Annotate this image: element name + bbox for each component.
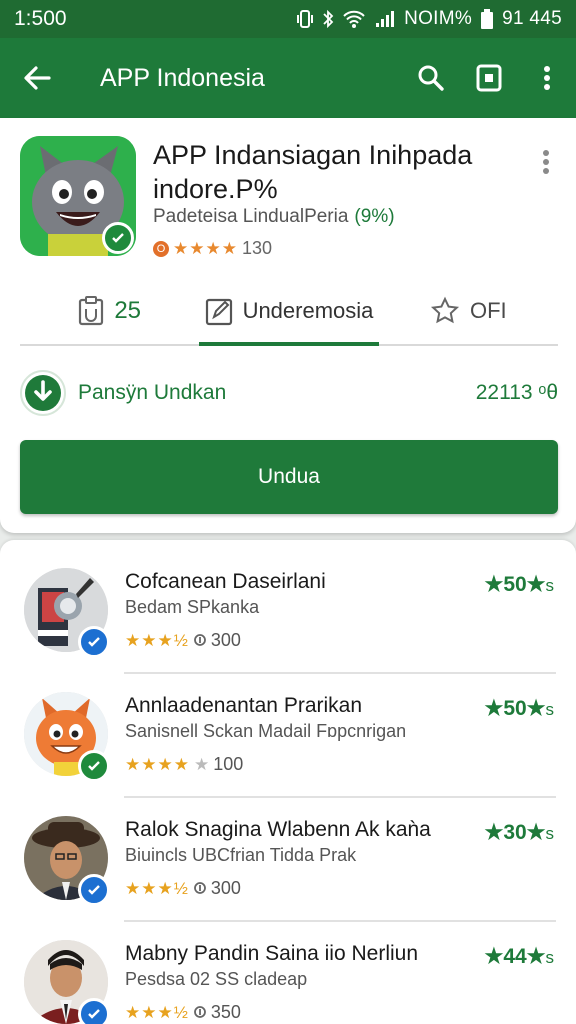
verified-badge-icon <box>102 222 134 254</box>
battery-icon <box>480 8 494 30</box>
list-item-score: ★50★s <box>484 697 554 720</box>
stars: ★★★½ <box>125 878 189 898</box>
app-bar-actions <box>402 38 576 118</box>
list-item-score: ★44★s <box>484 945 554 968</box>
rating-badge-icon: O <box>153 240 169 257</box>
score-value: 30 <box>503 821 527 844</box>
back-arrow-icon <box>24 66 51 90</box>
tab-underemosia[interactable]: Underemosia <box>199 278 379 346</box>
download-count-icon <box>194 633 206 646</box>
wifi-icon <box>342 9 366 29</box>
download-label: Pansÿn Undkan <box>78 381 227 404</box>
search-icon <box>418 65 444 91</box>
signal-icon <box>374 9 396 29</box>
download-count-icon <box>194 1005 206 1018</box>
more-vert-icon <box>544 66 550 90</box>
download-count: 350 <box>210 1002 241 1022</box>
list-item-subtitle: Pesdsa 02 SS cladeap <box>125 969 308 989</box>
tab-ofi[interactable]: OFI <box>379 278 558 344</box>
developer-name: Padeteisa LindualPeria <box>153 206 349 227</box>
list-item-title: Ralok Snagina Wlabenn Ak kaǹa <box>125 818 431 841</box>
list-item[interactable]: Mabny Pandin Saina iio Nerliun Pesdsa 02… <box>0 922 576 1024</box>
list-item-rating: ★★★½ 350 <box>125 1002 241 1023</box>
download-row: Pansÿn Undkan 22113 ᵒθ <box>20 368 558 418</box>
stars: ★★★½ <box>125 1002 189 1022</box>
list-item-score: ★50★s <box>484 573 554 596</box>
list-item-score: ★30★s <box>484 821 554 844</box>
status-time: 1:500 <box>14 7 67 30</box>
verified-badge-icon <box>78 626 110 658</box>
app-title-line2: indore.P% <box>153 174 278 204</box>
status-icons: NOIM% 91 445 <box>296 8 562 30</box>
download-count: 300 <box>210 630 241 650</box>
more-button[interactable] <box>518 38 576 118</box>
screen-icon <box>476 64 502 92</box>
empty-star-icon: ★ <box>193 754 210 774</box>
list-item-subtitle: Bedam SPkanka <box>125 597 260 617</box>
download-count: 100 <box>213 754 244 774</box>
vibrate-icon <box>296 9 314 29</box>
screen-button[interactable] <box>460 38 518 118</box>
app-detail-card: APP Indansiagan Inihpada indore.P% Padet… <box>0 118 576 533</box>
verified-badge-icon <box>78 998 110 1024</box>
score-value: 50 <box>503 573 527 596</box>
app-title: APP Indansiagan Inihpada indore.P% <box>153 138 513 206</box>
download-count-icon <box>194 881 206 894</box>
verified-badge-icon <box>78 750 110 782</box>
tab-size[interactable]: 25 <box>20 278 199 344</box>
related-apps-list: Cofcanean Daseirlani Bedam SPkanka ★★★½ … <box>0 540 576 1024</box>
star-outline-icon <box>430 296 460 324</box>
back-button[interactable] <box>0 38 74 118</box>
status-bar: 1:500 NOIM% 91 445 <box>0 0 576 38</box>
rating-count: 130 <box>241 238 273 258</box>
list-item-title: Cofcanean Daseirlani <box>125 570 326 593</box>
app-developer[interactable]: Padeteisa LindualPeria (9%) <box>153 206 395 228</box>
app-bar: APP Indonesia <box>0 38 576 118</box>
carrier-text: NOIM% <box>404 8 473 29</box>
tab-size-label: 25 <box>114 297 142 324</box>
stars: ★★★½ <box>125 630 189 650</box>
battery-text: 91 445 <box>502 8 562 29</box>
tab-ofi-label: OFI <box>469 298 507 323</box>
app-rating: O ★★★★ 130 <box>153 238 272 259</box>
developer-pct: (9%) <box>354 206 395 227</box>
list-item[interactable]: Ralok Snagina Wlabenn Ak kaǹa Biuincls U… <box>0 798 576 922</box>
stars: ★★★★ <box>125 754 190 774</box>
tab-underemosia-label: Underemosia <box>242 298 374 323</box>
list-item[interactable]: Cofcanean Daseirlani Bedam SPkanka ★★★½ … <box>0 550 576 674</box>
score-value: 50 <box>503 697 527 720</box>
tab-bar: 25 Underemosia OFI <box>20 278 558 346</box>
list-item-rating: ★★★½ 300 <box>125 878 241 899</box>
rating-stars: ★★★★ <box>173 238 238 258</box>
download-size: 22113 ᵒθ <box>475 381 558 404</box>
more-vert-icon <box>543 150 549 174</box>
list-item-rating: ★★★★ ★ 100 <box>125 754 243 775</box>
list-item-subtitle: Biuincls UBCfrian Tidda Prak <box>125 845 357 865</box>
list-item-rating: ★★★½ 300 <box>125 630 241 651</box>
list-item-title: Annlaadenantan Prarikan <box>125 694 363 717</box>
app-title-line1: APP Indansiagan Inihpada <box>153 140 473 170</box>
app-overflow-button[interactable] <box>532 142 560 182</box>
app-bar-title: APP Indonesia <box>100 63 265 92</box>
verified-badge-icon <box>78 874 110 906</box>
list-item-subtitle: Sanisnell Sckan Madail Fɒpcnrigan <box>125 721 407 741</box>
score-value: 44 <box>503 945 527 968</box>
list-item[interactable]: Annlaadenantan Prarikan Sanisnell Sckan … <box>0 674 576 798</box>
download-count: 300 <box>210 878 241 898</box>
app-icon <box>20 136 136 256</box>
clipboard-icon <box>79 296 104 326</box>
install-button[interactable]: Undua <box>20 440 558 514</box>
download-icon <box>20 370 66 416</box>
search-button[interactable] <box>402 38 460 118</box>
list-item-title: Mabny Pandin Saina iio Nerliun <box>125 942 419 965</box>
bluetooth-icon <box>322 9 334 29</box>
edit-icon <box>205 298 232 326</box>
